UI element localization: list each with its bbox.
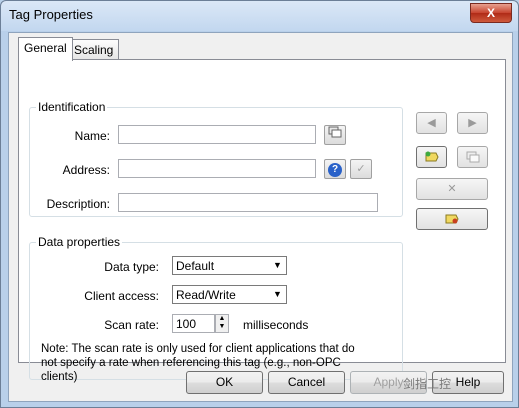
previous-tag-button[interactable]: ◀ (416, 112, 447, 134)
address-hint-button[interactable]: ? (324, 159, 346, 179)
close-button[interactable]: X (470, 3, 512, 23)
next-tag-button[interactable]: ▶ (457, 112, 488, 134)
window-title: Tag Properties (9, 7, 93, 22)
data-type-select[interactable]: Default ▼ (172, 256, 287, 275)
description-label: Description: (46, 197, 110, 211)
new-tag-button[interactable] (416, 146, 447, 168)
tag-properties-button[interactable] (416, 208, 488, 230)
delete-tag-button[interactable]: ✕ (416, 178, 488, 200)
chevron-down-icon: ▼ (273, 260, 282, 270)
client-access-value: Read/Write (176, 288, 236, 302)
check-address-button[interactable]: ✓ (350, 159, 372, 179)
tab-general[interactable]: General (18, 37, 73, 61)
client-access-select[interactable]: Read/Write ▼ (172, 285, 287, 304)
new-tag-icon (425, 151, 439, 162)
scan-rate-spinner[interactable]: ▲ ▼ (215, 314, 229, 333)
general-tab-panel: Identification Name: Address: ? ✓ Descri… (18, 59, 506, 383)
name-input[interactable] (118, 125, 316, 144)
address-label: Address: (62, 163, 110, 177)
identification-group-label: Identification (36, 100, 108, 114)
dialog-client: General Scaling Identification Name: Add… (8, 32, 513, 402)
tab-scaling[interactable]: Scaling (68, 39, 120, 60)
watermark-text: 剑指工控 (403, 377, 452, 391)
tags-browse-icon (328, 126, 342, 138)
scan-rate-unit: milliseconds (243, 318, 309, 332)
duplicate-tag-icon (466, 151, 479, 163)
chevron-down-icon: ▼ (273, 289, 282, 299)
data-properties-group-label: Data properties (36, 235, 123, 249)
name-label: Name: (74, 129, 110, 143)
address-input[interactable] (118, 159, 316, 178)
tag-properties-icon (445, 214, 459, 224)
description-input[interactable] (118, 193, 378, 212)
cancel-button[interactable]: Cancel (268, 371, 345, 394)
browse-tag-button[interactable] (324, 125, 346, 145)
data-type-value: Default (176, 259, 215, 273)
dialog-window: Tag Properties X General Scaling Identif… (0, 0, 519, 408)
client-access-label: Client access: (84, 289, 159, 303)
duplicate-tag-button[interactable] (457, 146, 488, 168)
address-hint-icon: ? (328, 163, 342, 177)
ok-button[interactable]: OK (186, 371, 263, 394)
scan-rate-label: Scan rate: (104, 318, 159, 332)
scan-rate-input[interactable] (172, 314, 215, 333)
data-type-label: Data type: (104, 260, 159, 274)
